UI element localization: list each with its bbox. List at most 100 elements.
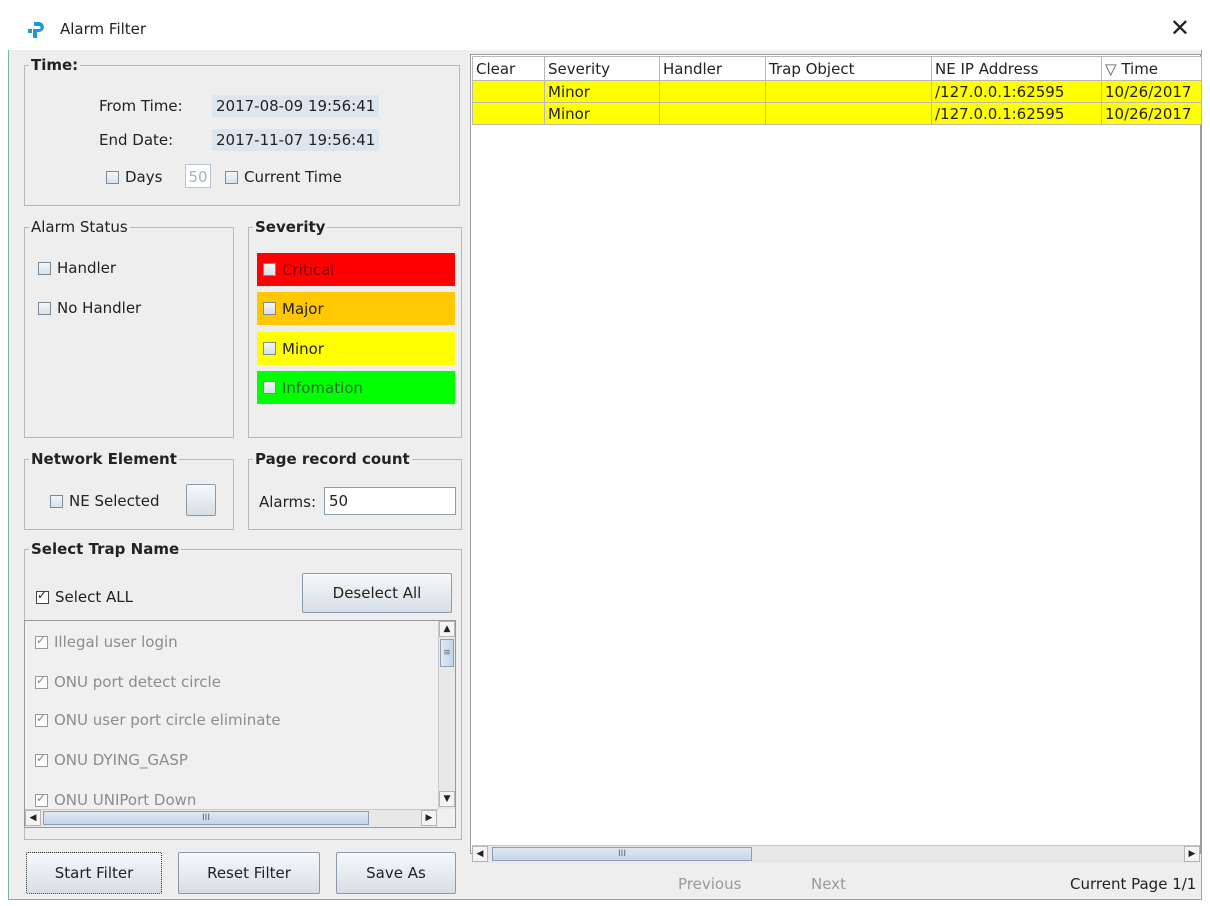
- select-all-checkbox[interactable]: [36, 588, 49, 604]
- trap-item-checkbox[interactable]: [35, 711, 48, 727]
- close-icon[interactable]: ✕: [1170, 14, 1190, 42]
- trap-item-label: ONU port detect circle: [54, 673, 221, 691]
- trap-list-vscrollbar[interactable]: ▲ ≡ ▼: [438, 621, 455, 809]
- cell-clear: [472, 102, 545, 125]
- severity-major-option[interactable]: Major: [257, 292, 455, 325]
- handler-checkbox[interactable]: [38, 261, 51, 275]
- list-item[interactable]: ONU port detect circle: [35, 673, 221, 691]
- ne-selected-checkbox[interactable]: [50, 494, 63, 508]
- alarm-table: Clear Severity Handler Trap Object NE IP…: [472, 56, 1202, 125]
- severity-legend: Severity: [255, 218, 326, 236]
- trap-item-checkbox[interactable]: [35, 751, 48, 767]
- list-item[interactable]: ONU UNIPort Down: [35, 791, 196, 809]
- sort-descending-icon: ▽: [1105, 59, 1117, 78]
- list-item[interactable]: ONU DYING_GASP: [35, 751, 188, 769]
- scroll-right-icon[interactable]: ▶: [421, 810, 437, 826]
- table-row[interactable]: Minor /127.0.0.1:62595 10/26/2017: [472, 102, 1202, 125]
- deselect-all-button[interactable]: Deselect All: [302, 573, 452, 613]
- trap-item-label: ONU DYING_GASP: [54, 751, 188, 769]
- column-header-ne-ip[interactable]: NE IP Address: [931, 56, 1102, 81]
- end-date-field[interactable]: 2017-11-07 19:56:41: [212, 129, 380, 151]
- handler-checkbox-row[interactable]: Handler: [38, 259, 116, 277]
- current-time-checkbox[interactable]: [225, 170, 238, 184]
- select-all-label: Select ALL: [55, 588, 134, 606]
- window-title: Alarm Filter: [60, 20, 147, 38]
- severity-major-label: Major: [282, 299, 324, 318]
- time-header-label: Time: [1121, 59, 1159, 78]
- start-filter-button[interactable]: Start Filter: [26, 852, 162, 894]
- days-checkbox[interactable]: [106, 170, 119, 184]
- title-bar: Alarm Filter ✕: [8, 8, 1202, 50]
- cell-severity: Minor: [544, 80, 660, 103]
- from-time-field[interactable]: 2017-08-09 19:56:41: [212, 95, 380, 117]
- severity-group: Severity: [248, 218, 462, 438]
- cell-trap-object: [765, 80, 932, 103]
- column-header-handler[interactable]: Handler: [659, 56, 766, 81]
- handler-label: Handler: [57, 259, 117, 277]
- severity-critical-option[interactable]: Critical: [257, 253, 455, 286]
- ne-selected-checkbox-row[interactable]: NE Selected: [50, 492, 160, 510]
- table-row[interactable]: Minor /127.0.0.1:62595 10/26/2017: [472, 80, 1202, 103]
- scroll-down-icon[interactable]: ▼: [439, 791, 455, 807]
- severity-information-option[interactable]: Infomation: [257, 371, 455, 404]
- column-header-time[interactable]: ▽ Time: [1101, 56, 1202, 81]
- scroll-left-icon[interactable]: ◀: [25, 810, 41, 826]
- time-legend: Time:: [31, 56, 79, 74]
- severity-minor-checkbox[interactable]: [263, 342, 276, 355]
- days-checkbox-row[interactable]: Days: [106, 168, 162, 186]
- trap-item-label: ONU UNIPort Down: [54, 791, 197, 809]
- trap-name-legend: Select Trap Name: [31, 540, 180, 558]
- cell-clear: [472, 80, 545, 103]
- severity-minor-label: Minor: [282, 339, 324, 358]
- trap-item-checkbox[interactable]: [35, 673, 48, 689]
- column-header-trap-object[interactable]: Trap Object: [765, 56, 932, 81]
- column-header-clear[interactable]: Clear: [472, 56, 545, 81]
- cell-handler: [659, 80, 766, 103]
- no-handler-label: No Handler: [57, 299, 142, 317]
- select-all-checkbox-row[interactable]: Select ALL: [36, 588, 133, 606]
- vscroll-thumb[interactable]: ≡: [440, 639, 454, 667]
- days-label: Days: [125, 168, 163, 186]
- trap-item-checkbox[interactable]: [35, 633, 48, 649]
- hscroll-thumb[interactable]: III: [43, 811, 369, 825]
- save-as-button[interactable]: Save As: [336, 852, 456, 894]
- scroll-right-icon[interactable]: ▶: [1184, 846, 1200, 862]
- trap-item-checkbox[interactable]: [35, 791, 48, 807]
- cell-ne-ip: /127.0.0.1:62595: [931, 80, 1102, 103]
- app-logo-icon: [28, 22, 44, 38]
- current-time-label: Current Time: [244, 168, 342, 186]
- no-handler-checkbox[interactable]: [38, 301, 51, 315]
- cell-ne-ip: /127.0.0.1:62595: [931, 102, 1102, 125]
- end-date-label: End Date:: [99, 131, 174, 149]
- alarm-status-group: Alarm Status: [24, 218, 234, 438]
- previous-page-link[interactable]: Previous: [678, 875, 741, 893]
- column-header-severity[interactable]: Severity: [544, 56, 660, 81]
- ne-select-button[interactable]: [186, 484, 216, 516]
- results-panel: [470, 54, 1201, 854]
- cell-trap-object: [765, 102, 932, 125]
- list-item[interactable]: Illegal user login: [35, 633, 178, 651]
- network-element-legend: Network Element: [31, 450, 177, 468]
- trap-item-label: Illegal user login: [54, 633, 178, 651]
- cell-time: 10/26/2017: [1101, 102, 1202, 125]
- no-handler-checkbox-row[interactable]: No Handler: [38, 299, 141, 317]
- severity-major-checkbox[interactable]: [263, 302, 276, 315]
- hscroll-thumb[interactable]: III: [492, 847, 752, 861]
- severity-critical-checkbox[interactable]: [263, 263, 276, 276]
- days-input[interactable]: 50: [185, 164, 211, 188]
- scroll-up-icon[interactable]: ▲: [439, 621, 455, 637]
- severity-critical-label: Critical: [282, 260, 335, 279]
- table-hscrollbar[interactable]: ◀ III ▶: [472, 845, 1200, 863]
- trap-item-label: ONU user port circle eliminate: [54, 711, 281, 729]
- current-time-checkbox-row[interactable]: Current Time: [225, 168, 342, 186]
- next-page-link[interactable]: Next: [811, 875, 846, 893]
- severity-information-checkbox[interactable]: [263, 381, 276, 394]
- reset-filter-button[interactable]: Reset Filter: [178, 852, 320, 894]
- current-page-indicator: Current Page 1/1: [1070, 875, 1197, 893]
- trap-list-hscrollbar[interactable]: ◀ III ▶: [25, 809, 438, 827]
- list-item[interactable]: ONU user port circle eliminate: [35, 711, 281, 729]
- scroll-left-icon[interactable]: ◀: [472, 846, 488, 862]
- severity-minor-option[interactable]: Minor: [257, 332, 455, 365]
- trap-name-list: Illegal user login ONU port detect circl…: [24, 620, 456, 828]
- alarms-count-input[interactable]: 50: [324, 487, 456, 515]
